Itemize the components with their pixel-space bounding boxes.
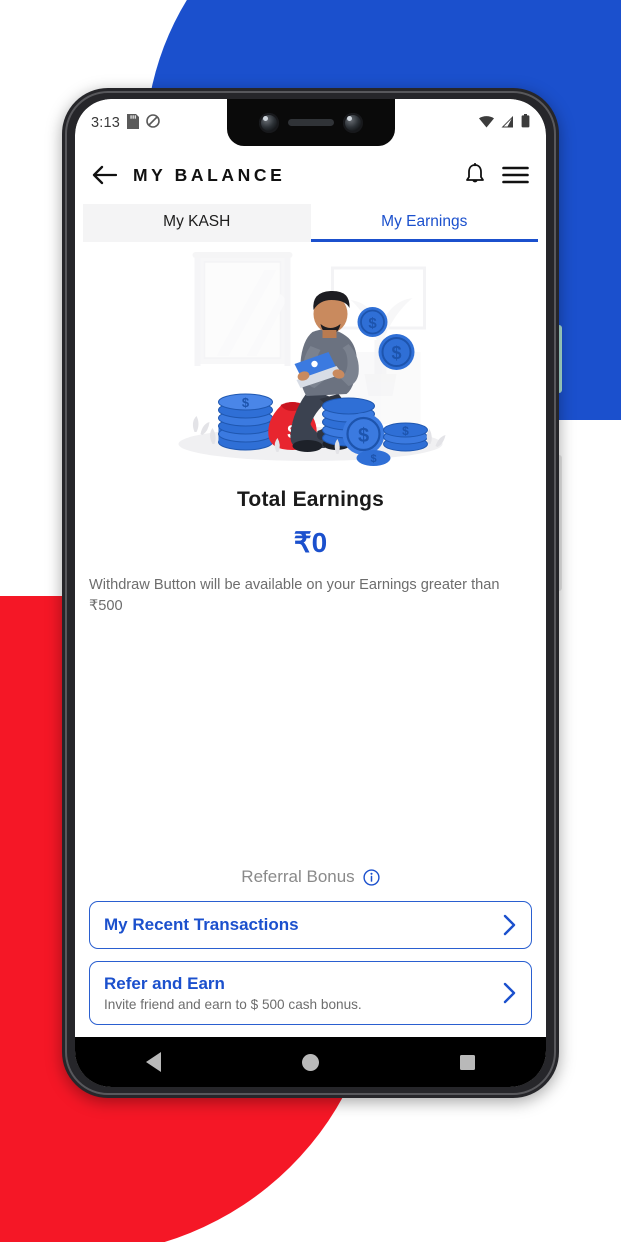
chevron-right-icon — [503, 914, 517, 936]
status-bar-right — [479, 114, 530, 131]
signal-icon — [501, 115, 514, 131]
do-not-disturb-icon — [146, 114, 160, 131]
phone-frame: 3:13 MY BALANCE My KASH My Earnings $ $ … — [62, 88, 559, 1098]
svg-text:$: $ — [358, 425, 369, 447]
hamburger-menu-button[interactable] — [502, 165, 529, 185]
tab-my-kash[interactable]: My KASH — [83, 204, 311, 242]
info-circle-icon[interactable] — [363, 868, 380, 886]
svg-text:$: $ — [391, 343, 401, 363]
back-button[interactable] — [92, 165, 117, 185]
app-screen: 3:13 MY BALANCE My KASH My Earnings $ $ … — [75, 99, 546, 1087]
card-content: Refer and Earn Invite friend and earn to… — [104, 974, 362, 1012]
phone-inner: 3:13 MY BALANCE My KASH My Earnings $ $ … — [75, 99, 546, 1087]
tab-my-earnings[interactable]: My Earnings — [310, 204, 538, 242]
page-title: MY BALANCE — [133, 164, 286, 185]
app-bar: MY BALANCE — [75, 146, 546, 204]
man-working-on-laptop-with-coins-illustration: $ $ $ $ $ $ — [178, 252, 446, 466]
earnings-content: $ $ $ $ $ $ Total Earnings ₹0 Withdraw B… — [75, 242, 546, 1037]
card-subtitle: Invite friend and earn to $ 500 cash bon… — [104, 997, 362, 1012]
svg-text:$: $ — [242, 395, 250, 410]
android-navigation-bar — [75, 1037, 546, 1087]
chevron-right-icon — [503, 982, 517, 1004]
status-bar: 3:13 — [75, 99, 546, 146]
total-earnings-label: Total Earnings — [236, 488, 385, 511]
floating-coin-icon: $ — [378, 334, 415, 370]
total-earnings-amount: ₹0 — [293, 527, 328, 558]
tab-bar: My KASH My Earnings — [83, 204, 538, 242]
back-triangle-icon[interactable] — [145, 1052, 161, 1072]
referral-bonus-row: Referral Bonus — [85, 867, 536, 887]
svg-text:$: $ — [402, 424, 409, 438]
card-refer-and-earn[interactable]: Refer and Earn Invite friend and earn to… — [89, 961, 532, 1025]
coin-icon: $ — [356, 450, 391, 466]
status-time: 3:13 — [91, 114, 121, 131]
home-circle-icon[interactable] — [301, 1053, 319, 1071]
wifi-icon — [479, 115, 494, 131]
referral-bonus-label: Referral Bonus — [241, 867, 355, 886]
screenshot-stage: 3:13 MY BALANCE My KASH My Earnings $ $ … — [0, 0, 621, 1242]
svg-text:$: $ — [368, 315, 377, 332]
card-content: My Recent Transactions — [104, 915, 299, 935]
battery-icon — [521, 114, 530, 131]
sd-card-icon — [127, 113, 140, 132]
recents-square-icon[interactable] — [460, 1054, 476, 1070]
card-title: My Recent Transactions — [104, 915, 299, 934]
withdraw-note: Withdraw Button will be available on you… — [89, 577, 500, 615]
svg-text:$: $ — [370, 453, 376, 465]
card-my-recent-transactions[interactable]: My Recent Transactions — [89, 901, 532, 949]
notification-bell-button[interactable] — [464, 162, 486, 188]
status-bar-left: 3:13 — [91, 113, 160, 132]
floating-coin-icon: $ — [357, 307, 388, 337]
coin-stack: $ — [383, 422, 428, 452]
big-coin-icon: $ — [342, 413, 385, 455]
coin-stack: $ — [218, 393, 273, 451]
card-title: Refer and Earn — [104, 974, 225, 993]
